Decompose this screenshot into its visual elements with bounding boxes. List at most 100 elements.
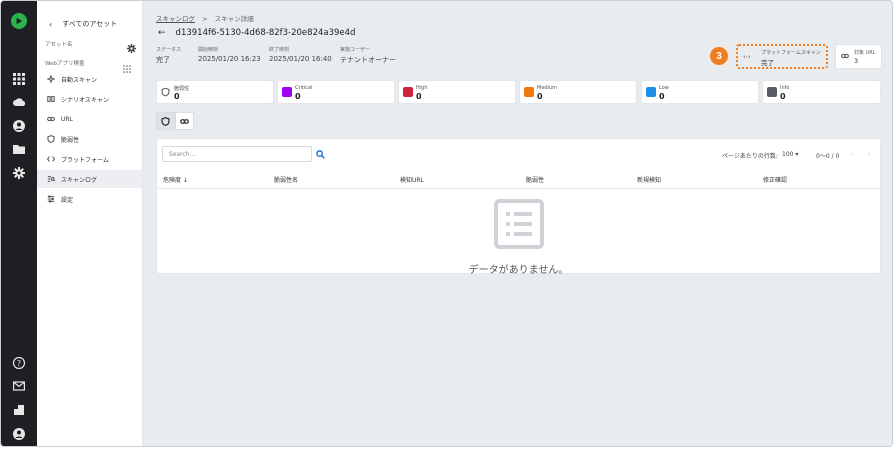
- header-divider: [157, 188, 880, 189]
- asset-sidebar: ‹ すべてのアセット アセット名 Webアプリ検査 自動スキャン シナリオスキャ…: [37, 1, 143, 446]
- prev-page-button[interactable]: ‹: [851, 151, 853, 158]
- icon-rail: ?: [1, 1, 37, 446]
- page-title-bar: ← d13914f6-5130-4d68-82f3-20e824a39e4d: [158, 28, 355, 38]
- severity-count: 0: [295, 92, 301, 101]
- high-color-swatch: [403, 87, 413, 97]
- code-icon: [46, 155, 55, 164]
- severity-label: 脆弱性: [174, 86, 190, 92]
- dots-grid-icon[interactable]: [123, 58, 131, 73]
- gear-icon[interactable]: [12, 166, 26, 180]
- sidebar-item-label: URL: [61, 115, 73, 123]
- callout-number-badge: 3: [710, 47, 728, 65]
- link-icon: [180, 118, 189, 124]
- search-button[interactable]: [312, 146, 329, 162]
- app-logo[interactable]: [11, 13, 27, 29]
- severity-count: 0: [174, 92, 180, 101]
- back-label: すべてのアセット: [62, 20, 118, 28]
- target-url-count[interactable]: 対象 URL 3: [835, 44, 882, 69]
- svg-text:?: ?: [17, 359, 21, 368]
- user-circle-icon[interactable]: [12, 119, 26, 133]
- breadcrumb: スキャンログ > スキャン詳細: [156, 13, 254, 23]
- toggle-url-view[interactable]: [175, 112, 194, 130]
- severity-card-vulnerability[interactable]: 脆弱性 0: [156, 80, 274, 104]
- sidebar-item-auto-scan[interactable]: 自動スキャン: [37, 70, 142, 88]
- severity-card-high[interactable]: High 0: [398, 80, 516, 104]
- severity-count: 0: [780, 92, 786, 101]
- shield-icon: [161, 116, 170, 126]
- start-time-value: 2025/01/20 16:23: [198, 55, 261, 63]
- medium-color-swatch: [524, 87, 534, 97]
- app-window: ? ‹ すべてのアセット アセット名 Webアプリ検査 自動スキャン シナリオス…: [0, 0, 893, 447]
- apps-grid-icon[interactable]: [12, 72, 26, 86]
- link-icon: [46, 115, 55, 124]
- column-header-vulnerability[interactable]: 脆弱性: [526, 175, 544, 184]
- page-range: 0～0 / 0: [816, 153, 840, 160]
- critical-color-swatch: [282, 87, 292, 97]
- column-header-severity[interactable]: 危険度 ↓: [163, 175, 188, 184]
- column-header-new-detection[interactable]: 新規検知: [637, 175, 661, 184]
- info-color-swatch: [767, 87, 777, 97]
- search-icon: [316, 149, 325, 159]
- sidebar-item-settings[interactable]: 設定: [37, 190, 142, 208]
- sidebar-item-url[interactable]: URL: [37, 110, 142, 128]
- asset-settings-gear-icon[interactable]: [127, 38, 136, 53]
- sidebar-item-platform[interactable]: プラットフォーム: [37, 150, 142, 168]
- low-color-swatch: [646, 87, 656, 97]
- sidebar-item-scenario-scan[interactable]: シナリオスキャン: [37, 90, 142, 108]
- shield-icon: [46, 135, 55, 144]
- rows-per-page-select[interactable]: 100 ▾: [782, 151, 798, 158]
- search-input[interactable]: Search…: [162, 146, 312, 162]
- severity-label: High: [416, 85, 428, 91]
- severity-card-medium[interactable]: Medium 0: [519, 80, 637, 104]
- executed-by-label: 実施ユーザー: [340, 47, 370, 53]
- end-time-label: 終了時刻: [269, 47, 290, 53]
- column-header-detected-url[interactable]: 検知URL: [400, 175, 424, 184]
- column-header-fix-confirmed[interactable]: 修正確認: [763, 175, 787, 184]
- main-content: スキャンログ > スキャン詳細 ← d13914f6-5130-4d68-82f…: [144, 1, 892, 446]
- severity-card-critical[interactable]: Critical 0: [277, 80, 395, 104]
- account-icon[interactable]: [12, 427, 26, 441]
- next-page-button[interactable]: ›: [868, 151, 870, 158]
- back-to-assets-link[interactable]: ‹ すべてのアセット: [49, 19, 117, 29]
- severity-card-info[interactable]: Info 0: [762, 80, 881, 104]
- status-label: ステータス: [156, 47, 182, 53]
- breadcrumb-current: スキャン詳細: [214, 15, 254, 23]
- section-label: Webアプリ検査: [45, 61, 85, 67]
- page-title: d13914f6-5130-4d68-82f3-20e824a39e4d: [175, 28, 356, 38]
- severity-label: Critical: [295, 85, 313, 91]
- back-arrow-icon[interactable]: ←: [158, 28, 166, 38]
- sidebar-item-label: 自動スキャン: [61, 76, 98, 84]
- asset-name-label: アセット名: [45, 42, 73, 48]
- sidebar-item-scan-log[interactable]: スキャンログ: [37, 170, 142, 188]
- empty-list-icon: [494, 199, 544, 249]
- mail-icon[interactable]: [12, 379, 26, 393]
- shield-icon: [161, 87, 170, 97]
- status-value: 完了: [156, 56, 170, 64]
- organization-icon[interactable]: [12, 403, 26, 417]
- sidebar-item-label: プラットフォーム: [61, 156, 109, 164]
- severity-count: 0: [659, 92, 665, 101]
- severity-label: Medium: [537, 85, 557, 91]
- rows-per-page-value: 100: [782, 151, 794, 158]
- sidebar-item-label: シナリオスキャン: [61, 96, 110, 104]
- code-icon: ‹·›: [743, 53, 751, 61]
- sidebar-item-label: 脆弱性: [61, 136, 80, 144]
- toggle-vulnerability-view[interactable]: [156, 112, 175, 130]
- help-icon[interactable]: ?: [12, 356, 26, 370]
- sidebar-item-vulnerability[interactable]: 脆弱性: [37, 130, 142, 148]
- executed-by-value: テナントオーナー: [340, 56, 396, 64]
- breadcrumb-scan-log-link[interactable]: スキャンログ: [156, 15, 195, 23]
- breadcrumb-separator: >: [202, 15, 208, 23]
- start-time-label: 開始時刻: [198, 47, 219, 53]
- platform-scan-status[interactable]: ‹·› プラットフォームスキャン 完了: [736, 44, 828, 69]
- rows-per-page-label: ページあたりの行数:: [722, 153, 778, 160]
- column-header-vuln-name[interactable]: 脆弱性名: [274, 175, 298, 184]
- settings-list-icon: [46, 195, 55, 204]
- folder-icon[interactable]: [12, 142, 26, 156]
- platform-scan-label: プラットフォームスキャン: [761, 50, 821, 56]
- platform-scan-value: 完了: [761, 59, 774, 67]
- severity-card-low[interactable]: Low 0: [641, 80, 759, 104]
- sidebar-item-label: 設定: [61, 196, 74, 204]
- sidebar-item-label: スキャンログ: [61, 176, 98, 184]
- cloud-icon[interactable]: [12, 95, 26, 109]
